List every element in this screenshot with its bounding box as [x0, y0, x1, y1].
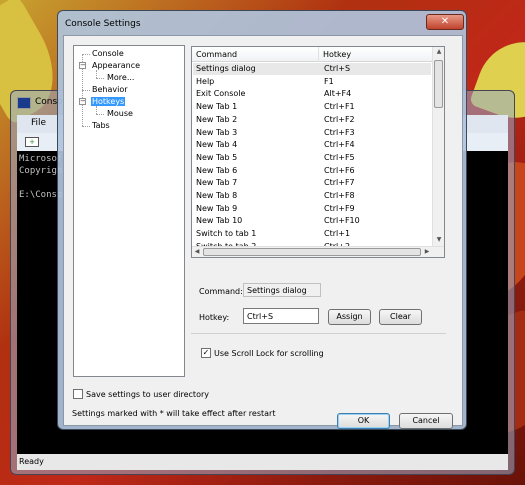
tree-item-behavior[interactable]: Behavior	[91, 85, 129, 94]
hotkey-row[interactable]: New Tab 5 Ctrl+F5	[193, 152, 431, 164]
dialog-client-area: − − Console Appearance More... Behavior …	[63, 35, 463, 429]
tree-line	[82, 90, 90, 91]
hotkey-row-hotkey: Ctrl+F9	[324, 203, 355, 213]
hotkey-row[interactable]: New Tab 1 Ctrl+F1	[193, 101, 431, 113]
hotkey-row-command: New Tab 9	[196, 203, 238, 213]
hotkey-row-command: Help	[196, 76, 215, 86]
hotkey-row[interactable]: New Tab 10 Ctrl+F10	[193, 215, 431, 227]
hotkey-row-command: Exit Console	[196, 89, 246, 99]
hotkey-row-hotkey: Ctrl+S	[324, 64, 351, 73]
clear-button[interactable]: Clear	[379, 309, 422, 325]
hotkey-row[interactable]: New Tab 7 Ctrl+F7	[193, 177, 431, 189]
hotkey-row-hotkey: Ctrl+F8	[324, 191, 355, 200]
scroll-lock-label[interactable]: Use Scroll Lock for scrolling	[214, 349, 324, 358]
console-statusbar: Ready	[17, 454, 508, 470]
hotkey-label: Hotkey:	[199, 313, 230, 322]
hotkey-input[interactable]: Ctrl+S	[243, 308, 319, 324]
tree-item-mouse[interactable]: Mouse	[106, 109, 134, 118]
cancel-button[interactable]: Cancel	[399, 413, 453, 429]
hotkey-row[interactable]: Help F1	[193, 76, 431, 88]
hotkey-row[interactable]: Settings dialog Ctrl+S	[193, 63, 431, 75]
command-label: Command:	[199, 287, 243, 296]
new-tab-icon[interactable]: +	[25, 137, 39, 147]
close-button[interactable]: ✕	[426, 14, 464, 30]
save-settings-checkbox[interactable]	[73, 389, 83, 399]
tree-line	[96, 78, 104, 79]
vertical-scroll-thumb[interactable]	[434, 60, 443, 108]
tree-line	[82, 54, 90, 55]
hotkey-row-command: New Tab 2	[196, 114, 238, 124]
menu-file[interactable]: File	[31, 118, 46, 128]
save-settings-label[interactable]: Save settings to user directory	[86, 390, 209, 399]
column-header-command[interactable]: Command	[196, 50, 237, 59]
hotkey-row-hotkey: Ctrl+F6	[324, 165, 355, 175]
tree-item-appearance[interactable]: Appearance	[91, 61, 141, 70]
vertical-scrollbar[interactable]: ▲ ▼	[432, 47, 444, 247]
hotkey-row-hotkey: Ctrl+F3	[324, 127, 355, 137]
collapse-icon[interactable]: −	[79, 98, 86, 105]
tree-item-hotkeys[interactable]: Hotkeys	[91, 97, 126, 106]
console-app-icon	[17, 97, 31, 109]
hotkey-row-command: New Tab 10	[196, 216, 243, 226]
hotkey-row-hotkey: Ctrl+F5	[324, 152, 355, 162]
tree-item-tabs[interactable]: Tabs	[91, 121, 111, 130]
tree-line	[96, 114, 104, 115]
list-header: Command Hotkey	[192, 47, 432, 62]
scroll-down-icon[interactable]: ▼	[434, 235, 444, 245]
tree-line	[96, 106, 97, 114]
tree-item-console[interactable]: Console	[91, 49, 125, 58]
hotkey-row[interactable]: New Tab 8 Ctrl+F8	[193, 190, 431, 202]
hotkey-row-command: New Tab 4	[196, 140, 238, 150]
scroll-up-icon[interactable]: ▲	[434, 47, 444, 57]
scroll-left-icon[interactable]: ◀	[192, 247, 202, 257]
hotkey-row-hotkey: Ctrl+F2	[324, 114, 355, 124]
hotkey-row[interactable]: Switch to tab 1 Ctrl+1	[193, 228, 431, 240]
scroll-lock-checkbox[interactable]: ✓	[201, 348, 211, 358]
settings-tree[interactable]: − − Console Appearance More... Behavior …	[73, 45, 185, 377]
tree-item-more[interactable]: More...	[106, 73, 135, 82]
hotkey-row-command: Switch to tab 1	[196, 229, 257, 239]
separator	[191, 333, 446, 334]
console-settings-dialog: Console Settings ✕ − − Console Appearanc…	[57, 10, 467, 430]
tree-line	[82, 126, 90, 127]
hotkey-row-hotkey: Ctrl+F1	[324, 102, 355, 112]
command-value: Settings dialog	[243, 283, 321, 297]
collapse-icon[interactable]: −	[79, 62, 86, 69]
tree-line	[96, 70, 97, 78]
hotkey-row[interactable]: New Tab 4 Ctrl+F4	[193, 139, 431, 151]
scroll-right-icon[interactable]: ▶	[422, 247, 432, 257]
hotkey-row-hotkey: Ctrl+1	[324, 229, 351, 239]
hotkey-row-command: New Tab 3	[196, 127, 238, 137]
hotkey-row-hotkey: Ctrl+F4	[324, 140, 355, 150]
assign-button[interactable]: Assign	[328, 309, 371, 325]
hotkey-row-command: New Tab 8	[196, 191, 238, 200]
restart-note: Settings marked with * will take effect …	[72, 409, 276, 418]
hotkey-row-command: New Tab 6	[196, 165, 238, 175]
hotkey-row-hotkey: Ctrl+F7	[324, 178, 355, 188]
hotkey-row[interactable]: New Tab 2 Ctrl+F2	[193, 114, 431, 126]
list-body: Settings dialog Ctrl+S Help F1 Exit Console A…	[192, 63, 432, 248]
hotkey-row[interactable]: New Tab 9 Ctrl+F9	[193, 203, 431, 215]
hotkey-row-command: New Tab 7	[196, 178, 238, 188]
horizontal-scroll-thumb[interactable]	[203, 248, 421, 256]
hotkey-row[interactable]: New Tab 3 Ctrl+F3	[193, 127, 431, 139]
horizontal-scrollbar[interactable]: ◀ ▶	[192, 246, 444, 257]
dialog-title: Console Settings	[65, 19, 141, 29]
column-header-hotkey[interactable]: Hotkey	[323, 50, 351, 59]
hotkey-row[interactable]: New Tab 6 Ctrl+F6	[193, 165, 431, 177]
hotkey-row[interactable]: Exit Console Alt+F4	[193, 88, 431, 100]
hotkeys-list[interactable]: Command Hotkey Settings dialog Ctrl+S Help…	[191, 46, 445, 258]
hotkey-row-hotkey: Ctrl+F10	[324, 216, 360, 226]
column-divider[interactable]	[318, 47, 319, 62]
status-text: Ready	[19, 457, 44, 466]
hotkey-row-command: Settings dialog	[196, 64, 256, 73]
hotkey-row-command: New Tab 5	[196, 152, 238, 162]
ok-button[interactable]: OK	[337, 413, 390, 429]
hotkey-row-hotkey: F1	[324, 76, 334, 86]
hotkey-row-hotkey: Alt+F4	[324, 89, 352, 99]
hotkey-row-command: New Tab 1	[196, 102, 238, 112]
